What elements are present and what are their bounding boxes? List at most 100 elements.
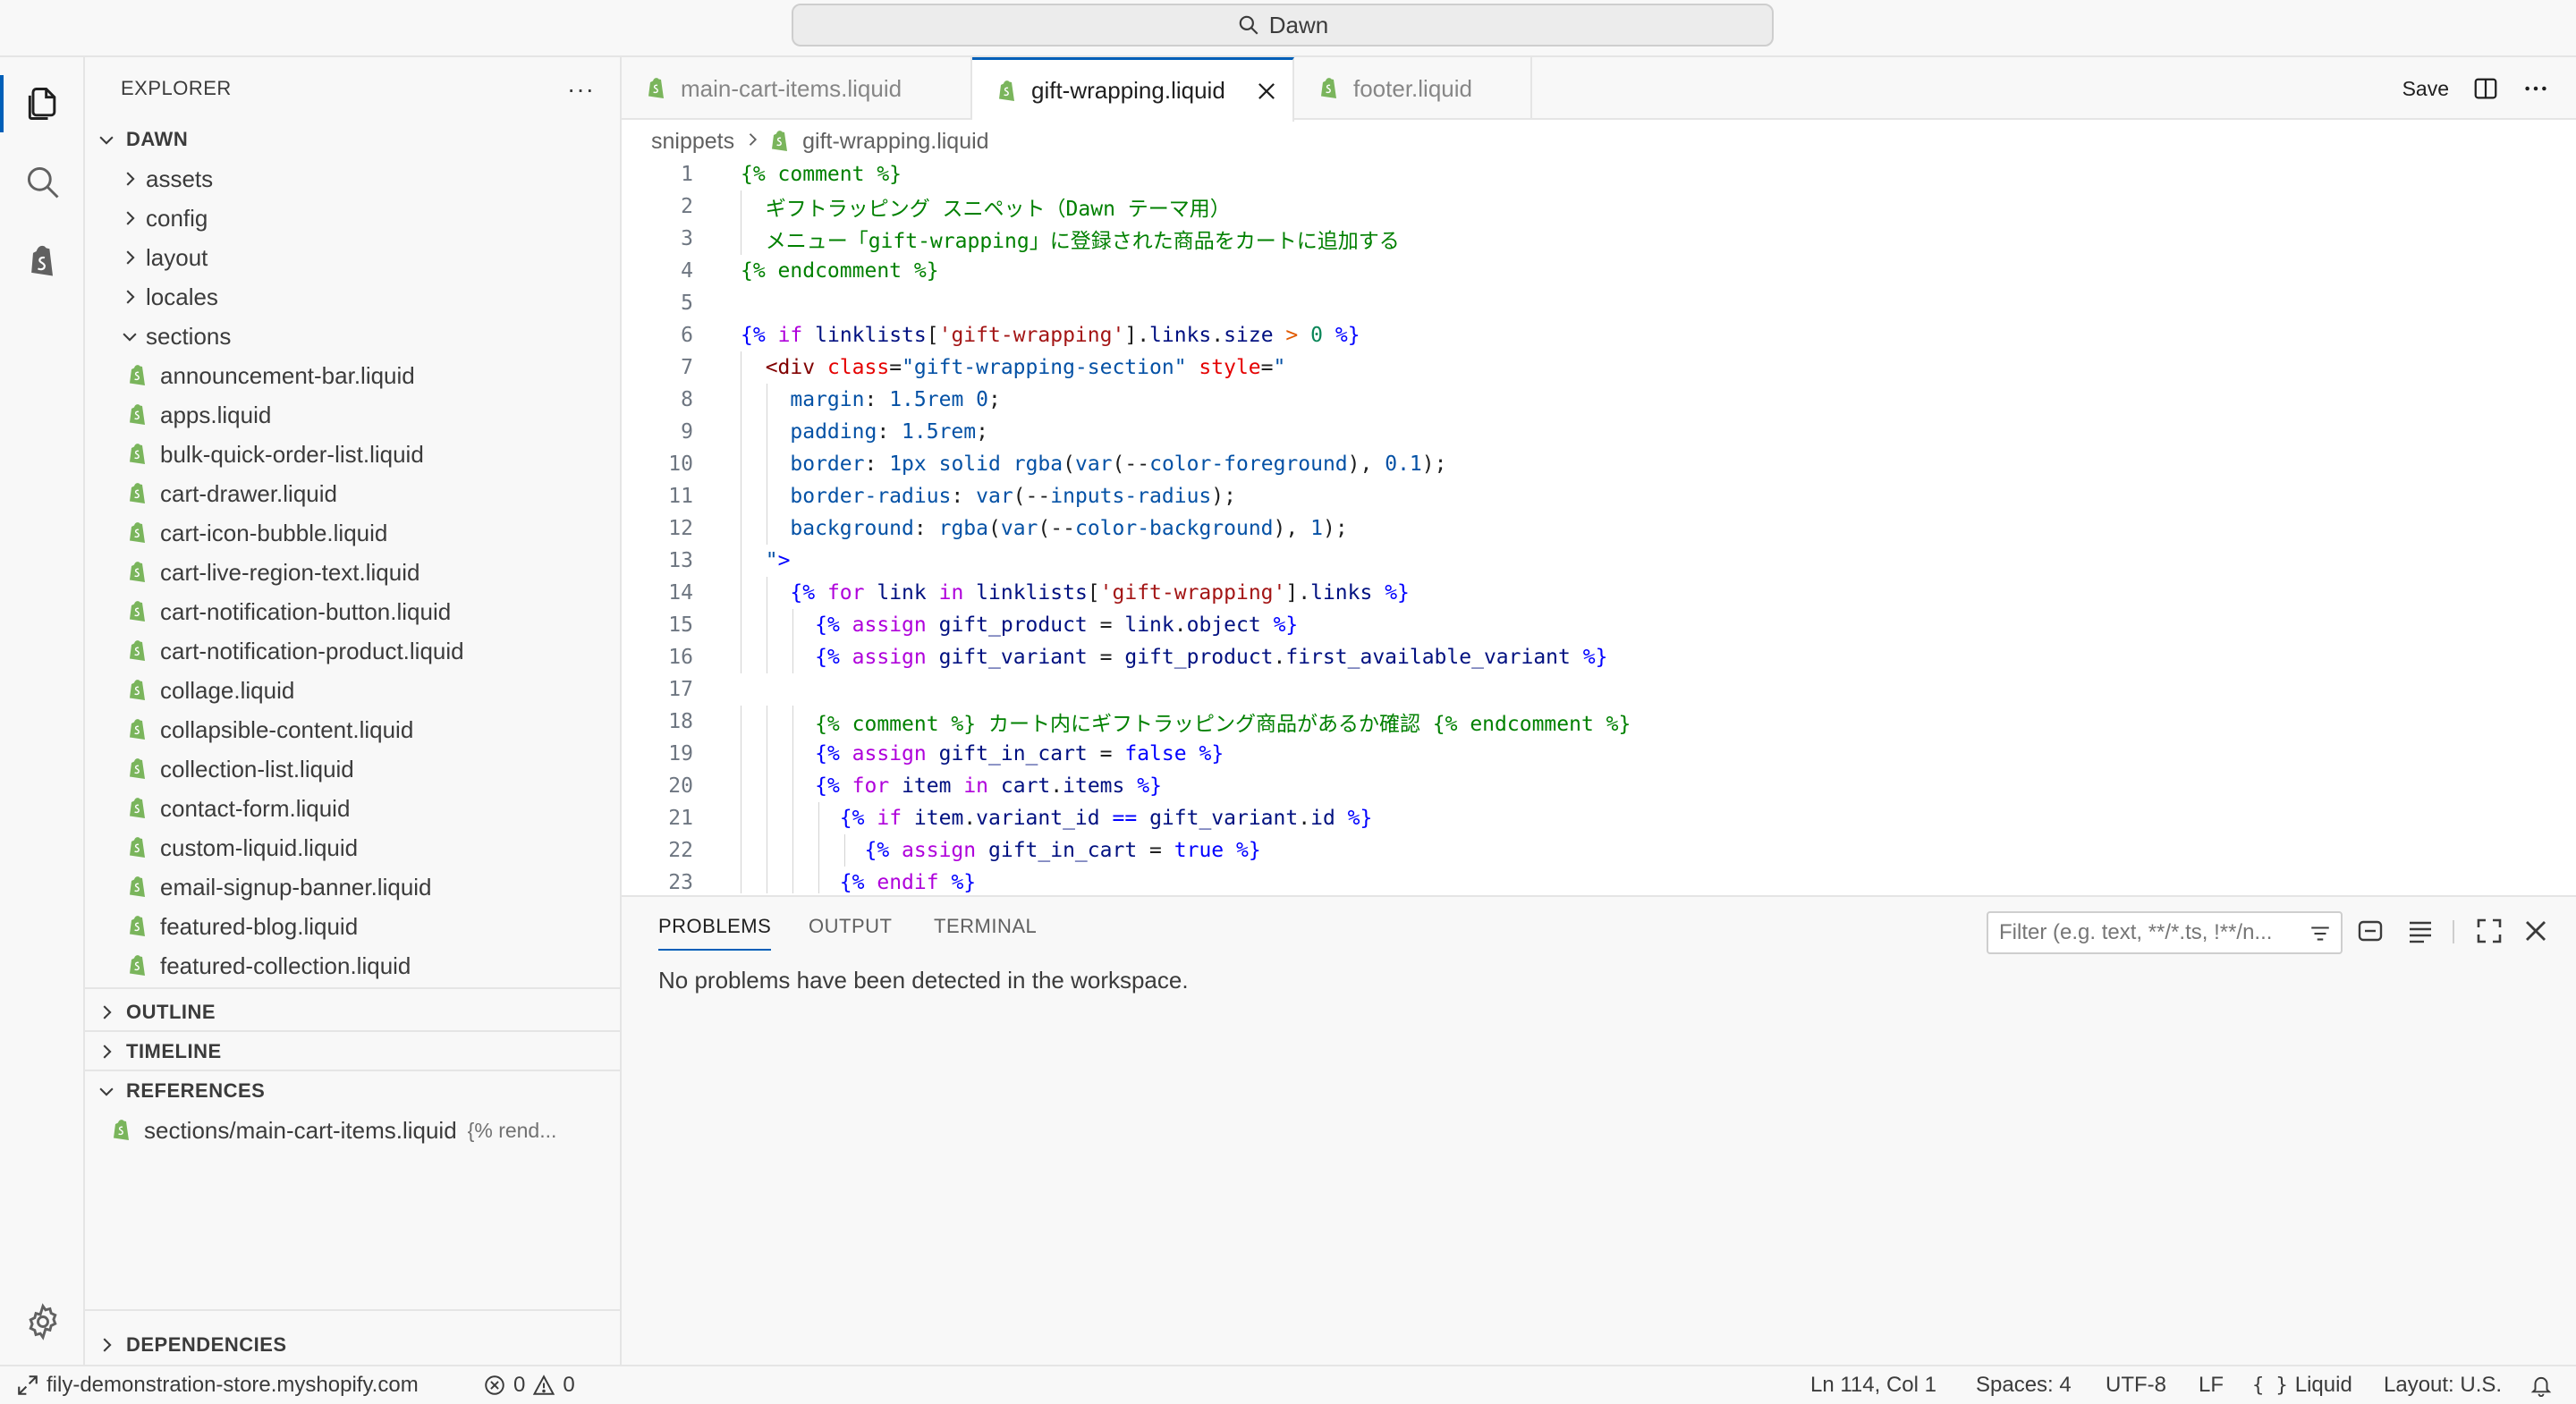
breadcrumb: snippets gift-wrapping.liquid xyxy=(651,123,989,159)
search-icon[interactable] xyxy=(0,143,85,222)
code-line[interactable]: 20 {% for item in cart.items %} xyxy=(622,770,2576,802)
code-line[interactable]: 22 {% assign gift_in_cart = true %} xyxy=(622,834,2576,867)
command-center-text: Dawn xyxy=(1268,11,1329,38)
code-line[interactable]: 2 ギフトラッピング スニペット（Dawn テーマ用） xyxy=(622,190,2576,223)
code-line[interactable]: 17 xyxy=(622,673,2576,706)
folder-locales[interactable]: locales xyxy=(85,277,622,317)
file-item[interactable]: announcement-bar.liquid xyxy=(85,356,622,395)
keyboard-layout[interactable]: Layout: U.S. xyxy=(2384,1366,2502,1404)
tab-terminal[interactable]: TERMINAL xyxy=(934,915,1037,951)
file-item[interactable]: collapsible-content.liquid xyxy=(85,710,622,749)
tab-problems[interactable]: PROBLEMS xyxy=(658,915,772,951)
code-line[interactable]: 5 xyxy=(622,287,2576,319)
code-line[interactable]: 21 {% if item.variant_id == gift_variant… xyxy=(622,802,2576,834)
file-item[interactable]: featured-blog.liquid xyxy=(85,907,622,946)
cursor-position[interactable]: Ln 114, Col 1 xyxy=(1810,1366,1936,1404)
file-item[interactable]: cart-notification-product.liquid xyxy=(85,631,622,671)
file-item[interactable]: contact-form.liquid xyxy=(85,789,622,828)
code-line[interactable]: 19 {% assign gift_in_cart = false %} xyxy=(622,738,2576,770)
tab-main-cart-items[interactable]: main-cart-items.liquid xyxy=(622,57,972,120)
reference-item[interactable]: sections/main-cart-items.liquid {% rend.… xyxy=(85,1111,622,1150)
code-text: margin: 1.5rem 0; xyxy=(790,388,1001,411)
folder-assets[interactable]: assets xyxy=(85,159,622,199)
settings-gear-icon[interactable] xyxy=(0,1282,85,1361)
code-line[interactable]: 15 {% assign gift_product = link.object … xyxy=(622,609,2576,641)
more-actions-icon[interactable] xyxy=(2522,75,2549,102)
file-item[interactable]: email-signup-banner.liquid xyxy=(85,867,622,907)
status-bar: fily-demonstration-store.myshopify.com 0… xyxy=(0,1365,2576,1404)
code-line[interactable]: 7 <div class="gift-wrapping-section" sty… xyxy=(622,351,2576,384)
line-number: 8 xyxy=(681,388,693,411)
file-item[interactable]: apps.liquid xyxy=(85,395,622,435)
code-text: background: rgba(var(--color-background)… xyxy=(790,517,1348,540)
code-line[interactable]: 3 メニュー「gift-wrapping」に登録された商品をカートに追加する xyxy=(622,223,2576,255)
folder-sections[interactable]: sections xyxy=(85,317,622,356)
word-wrap-icon[interactable] xyxy=(2406,917,2435,945)
filter-placeholder: Filter (e.g. text, **/*.ts, !**/n... xyxy=(1999,920,2273,944)
code-line[interactable]: 9 padding: 1.5rem; xyxy=(622,416,2576,448)
tab-gift-wrapping[interactable]: gift-wrapping.liquid xyxy=(972,57,1294,122)
liquid-file-icon xyxy=(128,561,149,584)
code-text: "> xyxy=(765,549,791,572)
file-item[interactable]: collection-list.liquid xyxy=(85,749,622,789)
tab-output[interactable]: OUTPUT xyxy=(809,915,892,951)
code-line[interactable]: 12 background: rgba(var(--color-backgrou… xyxy=(622,512,2576,545)
file-item[interactable]: featured-collection.liquid xyxy=(85,946,622,985)
code-line[interactable]: 4 {% endcomment %} xyxy=(622,255,2576,287)
split-editor-icon[interactable] xyxy=(2472,75,2499,102)
code-line[interactable]: 6 {% if linklists['gift-wrapping'].links.… xyxy=(622,319,2576,351)
filter-icon[interactable] xyxy=(2309,922,2332,945)
code-line[interactable]: 18 {% comment %} カート内にギフトラッピング商品があるか確認 {… xyxy=(622,706,2576,738)
code-line[interactable]: 14 {% for link in linklists['gift-wrappi… xyxy=(622,577,2576,609)
outline-section-header[interactable]: OUTLINE xyxy=(85,993,622,1032)
file-item[interactable]: bulk-quick-order-list.liquid xyxy=(85,435,622,474)
code-line[interactable]: 8 margin: 1.5rem 0; xyxy=(622,384,2576,416)
code-editor[interactable]: 1 {% comment %} 2 ギフトラッピング スニペット（Dawn テーマ用… xyxy=(622,158,2576,893)
notifications-bell-icon[interactable] xyxy=(2529,1366,2553,1404)
code-line[interactable]: 11 border-radius: var(--inputs-radius); xyxy=(622,480,2576,512)
code-line[interactable]: 1 {% comment %} xyxy=(622,158,2576,190)
problems-filter-input[interactable]: Filter (e.g. text, **/*.ts, !**/n... xyxy=(1987,911,2343,954)
explorer-icon[interactable] xyxy=(0,64,85,143)
code-line[interactable]: 13 "> xyxy=(622,545,2576,577)
reference-path: sections/main-cart-items.liquid xyxy=(144,1116,457,1144)
maximize-panel-icon[interactable] xyxy=(2475,917,2504,945)
language-mode[interactable]: { } Liquid xyxy=(2252,1366,2352,1404)
code-text: {% assign gift_in_cart = true %} xyxy=(864,839,1261,862)
workspace-root[interactable]: DAWN xyxy=(85,120,622,159)
problems-message: No problems have been detected in the wo… xyxy=(658,967,1189,994)
save-button[interactable]: Save xyxy=(2402,77,2449,101)
timeline-section-header[interactable]: TIMELINE xyxy=(85,1032,622,1071)
dependencies-section-header[interactable]: DEPENDENCIES xyxy=(85,1325,622,1365)
liquid-file-icon xyxy=(770,130,792,153)
close-panel-icon[interactable] xyxy=(2521,917,2550,945)
code-line[interactable]: 10 border: 1px solid rgba(var(--color-fo… xyxy=(622,448,2576,480)
chevron-down-icon xyxy=(94,1078,119,1104)
problems-count[interactable]: 0 0 xyxy=(483,1366,575,1404)
references-section-header[interactable]: REFERENCES xyxy=(85,1071,622,1111)
file-item[interactable]: collage.liquid xyxy=(85,671,622,710)
folder-config[interactable]: config xyxy=(85,199,622,238)
end-of-line[interactable]: LF xyxy=(2199,1366,2224,1404)
breadcrumb-folder[interactable]: snippets xyxy=(651,129,734,155)
code-line[interactable]: 23 {% endif %} xyxy=(622,867,2576,893)
breadcrumb-file[interactable]: gift-wrapping.liquid xyxy=(802,129,988,155)
explorer-title: EXPLORER xyxy=(121,77,232,99)
tab-footer[interactable]: footer.liquid xyxy=(1294,57,1532,120)
file-item[interactable]: cart-live-region-text.liquid xyxy=(85,553,622,592)
code-line[interactable]: 16 {% assign gift_variant = gift_product… xyxy=(622,641,2576,673)
file-item[interactable]: cart-notification-button.liquid xyxy=(85,592,622,631)
command-center-search[interactable]: Dawn xyxy=(792,4,1774,47)
file-item[interactable]: cart-icon-bubble.liquid xyxy=(85,513,622,553)
folder-layout[interactable]: layout xyxy=(85,238,622,277)
shopify-icon[interactable] xyxy=(0,222,85,300)
collapse-all-icon[interactable] xyxy=(2356,917,2385,945)
activity-bar xyxy=(0,57,85,1365)
file-item[interactable]: cart-drawer.liquid xyxy=(85,474,622,513)
encoding[interactable]: UTF-8 xyxy=(2106,1366,2166,1404)
remote-indicator[interactable]: fily-demonstration-store.myshopify.com xyxy=(16,1366,419,1404)
file-item[interactable]: custom-liquid.liquid xyxy=(85,828,622,867)
close-icon[interactable] xyxy=(1255,80,1278,103)
indentation[interactable]: Spaces: 4 xyxy=(1976,1366,2072,1404)
more-actions-icon[interactable]: ··· xyxy=(567,75,595,104)
